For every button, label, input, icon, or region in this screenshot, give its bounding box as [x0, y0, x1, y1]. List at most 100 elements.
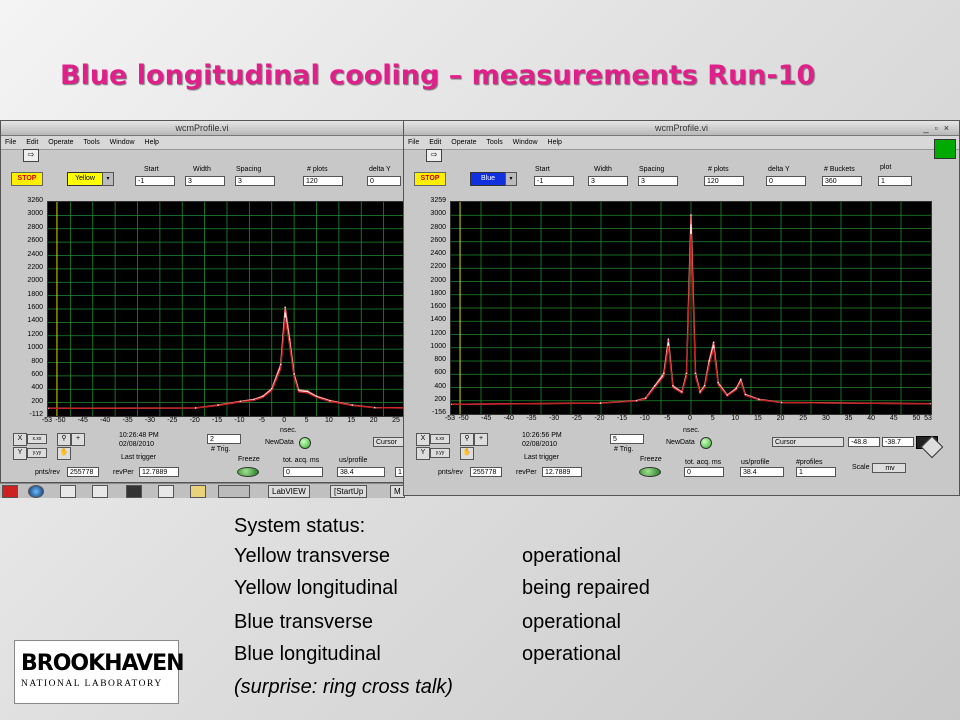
window-buttons[interactable]: _▫×	[924, 121, 955, 135]
profile-point	[644, 397, 647, 399]
taskbar-labview[interactable]: LabVIEW	[268, 485, 310, 498]
right-spacing-label: Spacing	[639, 166, 665, 173]
workspace-icon[interactable]	[218, 485, 250, 498]
left-width-label: Width	[193, 166, 211, 173]
left-ring-dropdown-icon[interactable]: ▾	[102, 172, 114, 186]
right-menu-file[interactable]: File	[408, 139, 419, 146]
y-tick-label: 200	[31, 397, 43, 405]
right-x-format-control[interactable]: x.xx	[430, 434, 450, 444]
left-y-scale-icon[interactable]: Y	[13, 447, 27, 460]
right-cursor-field[interactable]: Cursor	[772, 437, 844, 447]
left-x-format-control[interactable]: x.xx	[27, 434, 47, 444]
right-menu-tools[interactable]: Tools	[486, 139, 502, 146]
x-tick-label: 0	[688, 415, 692, 422]
left-x-scale-icon[interactable]: X	[13, 433, 27, 446]
left-menu-help[interactable]: Help	[145, 139, 159, 146]
profile-point	[708, 360, 710, 362]
globe-icon[interactable]	[28, 485, 44, 498]
x-tick-label: 10	[731, 415, 740, 422]
left-run-arrow-icon[interactable]: ⇨	[23, 149, 39, 162]
x-tick-label: -20	[189, 417, 200, 424]
right-run-arrow-icon[interactable]: ⇨	[426, 149, 442, 162]
right-hand-icon[interactable]: ✋	[460, 447, 474, 460]
left-menu-edit[interactable]: Edit	[26, 139, 38, 146]
profile-point	[262, 395, 264, 397]
x-tick-label: 40	[867, 415, 876, 422]
right-width-field[interactable]: 3	[588, 176, 628, 186]
left-graph	[47, 201, 403, 417]
right-y-scale-icon[interactable]: Y	[416, 447, 430, 460]
terminal-icon[interactable]	[126, 485, 142, 498]
right-plots-field[interactable]: 120	[704, 176, 744, 186]
right-menu-help[interactable]: Help	[548, 139, 562, 146]
profile-point	[780, 401, 783, 404]
x-tick-label: -35	[526, 415, 537, 422]
right-zoom-icon[interactable]: ⚲	[460, 433, 474, 446]
right-usprofile-label: us/profile	[741, 459, 770, 466]
redhat-icon[interactable]	[2, 485, 18, 498]
left-hand-icon[interactable]: ✋	[57, 447, 71, 460]
left-newdata-label: NewData	[265, 439, 294, 446]
left-spacing-field[interactable]: 3	[235, 176, 275, 186]
right-ring-dropdown-icon[interactable]: ▾	[505, 172, 517, 186]
left-usprofile-label: us/profile	[339, 457, 368, 464]
y-tick-label: 1600	[27, 304, 43, 311]
x-tick-label: 25	[799, 415, 808, 422]
left-menu-window[interactable]: Window	[110, 139, 135, 146]
taskbar-startup[interactable]: [StartUp	[330, 485, 368, 498]
folder-icon[interactable]	[190, 485, 206, 498]
right-window-title: wcmProfile.vi	[654, 123, 708, 133]
right-x-scale-icon[interactable]: X	[416, 433, 430, 446]
right-graph	[450, 201, 932, 415]
right-menu-window[interactable]: Window	[513, 139, 538, 146]
right-date-field: 02/08/2010	[522, 441, 558, 448]
right-freeze-toggle[interactable]	[639, 467, 661, 477]
left-ring-select[interactable]: Yellow	[67, 172, 103, 186]
bnl-logo: BROOKHAVEN NATIONAL LABORATORY	[14, 640, 185, 704]
x-tick-label: -15	[617, 415, 628, 422]
right-buckets-field[interactable]: 360	[822, 176, 862, 186]
profile-point	[663, 372, 665, 375]
spreadsheet-icon[interactable]	[158, 485, 174, 498]
right-trig-field: 5	[610, 434, 644, 444]
left-crosshair-icon[interactable]: +	[71, 433, 85, 446]
mail-icon[interactable]	[60, 485, 76, 498]
status-state: being repaired	[522, 577, 650, 599]
right-ring-select[interactable]: Blue	[470, 172, 506, 186]
left-start-field[interactable]: -1	[135, 176, 175, 186]
status-row: Blue transverse operational	[234, 611, 621, 634]
profile-point	[681, 391, 683, 393]
right-deltay-label: delta Y	[768, 166, 790, 173]
left-width-field[interactable]: 3	[185, 176, 225, 186]
left-cursor-field[interactable]: Cursor	[373, 437, 403, 447]
right-deltay-field[interactable]: 0	[766, 176, 806, 186]
right-menu-edit[interactable]: Edit	[429, 139, 441, 146]
left-stop-button[interactable]: STOP	[11, 172, 43, 186]
right-spacing-field[interactable]: 3	[638, 176, 678, 186]
x-tick-label: -35	[122, 417, 133, 424]
right-stop-button[interactable]: STOP	[414, 172, 446, 186]
right-revper-field: 12.7889	[542, 467, 582, 477]
left-menu-operate[interactable]: Operate	[48, 139, 73, 146]
right-y-format-control[interactable]: y.yy	[430, 448, 450, 458]
left-deltay-label: delta Y	[369, 166, 391, 173]
left-menu-file[interactable]: File	[5, 139, 16, 146]
left-freeze-toggle[interactable]	[237, 467, 259, 477]
profile-point	[667, 338, 670, 340]
document-icon[interactable]	[92, 485, 108, 498]
left-menubar: File Edit Operate Tools Window Help	[1, 136, 403, 150]
right-plot-field[interactable]: 1	[878, 176, 912, 186]
right-menu-operate[interactable]: Operate	[451, 139, 476, 146]
left-nsec-label: nsec.	[280, 427, 297, 434]
right-start-field[interactable]: -1	[534, 176, 574, 186]
left-menu-tools[interactable]: Tools	[83, 139, 99, 146]
left-y-format-control[interactable]: y.yy	[27, 448, 47, 458]
x-tick-label: 5	[304, 417, 309, 424]
y-tick-label: 1800	[430, 289, 446, 297]
right-scale-field[interactable]: mv	[872, 463, 906, 473]
left-deltay-field[interactable]: 0	[367, 176, 401, 186]
right-crosshair-icon[interactable]: +	[474, 433, 488, 446]
x-tick-label: -50	[458, 415, 469, 422]
left-plots-field[interactable]: 120	[303, 176, 343, 186]
left-zoom-icon[interactable]: ⚲	[57, 433, 71, 446]
